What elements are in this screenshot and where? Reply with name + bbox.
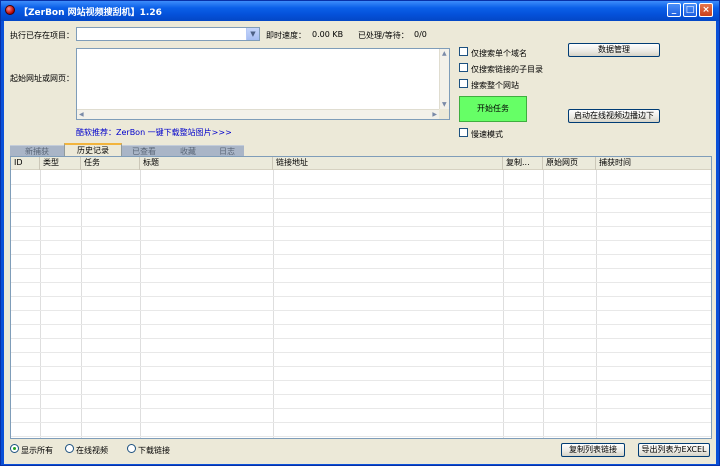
whole-site-checkbox[interactable] (459, 79, 468, 88)
row-divider (11, 338, 711, 339)
tab-viewed[interactable]: 已查看 (122, 145, 166, 156)
horizontal-scrollbar[interactable]: ◀ ▶ (77, 109, 439, 119)
column-divider (81, 170, 82, 438)
tab-new-captures[interactable]: 新捕获 (10, 145, 64, 156)
start-url-label: 起始网址或网页： (10, 74, 74, 83)
col-header-source-page[interactable]: 原始网页 (543, 157, 596, 170)
column-divider (543, 170, 544, 438)
column-divider (503, 170, 504, 438)
row-divider (11, 380, 711, 381)
row-divider (11, 184, 711, 185)
subdirs-only-checkbox[interactable] (459, 63, 468, 72)
scroll-right-icon[interactable]: ▶ (432, 111, 437, 118)
promo-link[interactable]: 酷软推荐：ZerBon 一键下载整站图片>>> (76, 127, 232, 138)
show-all-radio[interactable] (10, 444, 19, 453)
scroll-up-icon[interactable]: ▲ (442, 50, 447, 57)
download-links-label[interactable]: 下载链接 (138, 445, 170, 456)
row-divider (11, 226, 711, 227)
vertical-scrollbar[interactable]: ▲ ▼ (439, 49, 449, 109)
online-video-label[interactable]: 在线视频 (76, 445, 108, 456)
table-header: ID 类型 任务 标题 链接地址 复制... 原始网页 捕获时间 (11, 157, 711, 170)
copy-list-links-button[interactable]: 复制列表链接 (561, 443, 625, 457)
main-window: 【ZerBon 网站视频搜刮机】1.26 _ □ × 执行已存在项目： ▼ 即时… (0, 0, 720, 466)
title-bar[interactable]: 【ZerBon 网站视频搜刮机】1.26 _ □ × (1, 1, 719, 21)
speed-label: 即时速度： (266, 31, 306, 40)
row-divider (11, 408, 711, 409)
col-header-id[interactable]: ID (11, 157, 40, 170)
row-divider (11, 282, 711, 283)
scroll-left-icon[interactable]: ◀ (79, 111, 84, 118)
client-area: 执行已存在项目： ▼ 即时速度： 0.00 KB 已处理/等待： 0/0 起始网… (4, 21, 716, 464)
window-title: 【ZerBon 网站视频搜刮机】1.26 (19, 8, 162, 18)
single-domain-checkbox[interactable] (459, 47, 468, 56)
slow-mode-label[interactable]: 慢速模式 (471, 129, 503, 140)
chevron-down-icon[interactable]: ▼ (246, 28, 259, 40)
show-all-label[interactable]: 显示所有 (21, 445, 53, 456)
maximize-button[interactable]: □ (683, 3, 697, 17)
row-divider (11, 352, 711, 353)
speed-value: 0.00 KB (312, 30, 344, 39)
export-excel-button[interactable]: 导出列表为EXCEL (638, 443, 710, 457)
col-header-link[interactable]: 链接地址 (273, 157, 503, 170)
close-button[interactable]: × (699, 3, 713, 17)
scroll-corner (439, 109, 449, 119)
col-header-type[interactable]: 类型 (40, 157, 81, 170)
subdirs-only-label[interactable]: 仅搜索链接的子目录 (471, 64, 543, 75)
column-divider (273, 170, 274, 438)
progress-value: 0/0 (414, 30, 427, 39)
tab-history[interactable]: 历史记录 (64, 143, 122, 156)
col-header-copy[interactable]: 复制... (503, 157, 543, 170)
row-divider (11, 394, 711, 395)
single-domain-label[interactable]: 仅搜索单个域名 (471, 48, 527, 59)
start-url-textarea[interactable]: ▲ ▼ ◀ ▶ (76, 48, 450, 120)
download-links-radio[interactable] (127, 444, 136, 453)
minimize-button[interactable]: _ (667, 3, 681, 17)
online-video-radio[interactable] (65, 444, 74, 453)
tab-favorites[interactable]: 收藏 (166, 145, 210, 156)
launch-online-video-button[interactable]: 启动在线视频边播边下 (568, 109, 660, 123)
row-divider (11, 240, 711, 241)
whole-site-label[interactable]: 搜索整个网站 (471, 80, 519, 91)
row-divider (11, 310, 711, 311)
column-divider (596, 170, 597, 438)
project-label: 执行已存在项目： (10, 31, 74, 40)
col-header-title[interactable]: 标题 (140, 157, 273, 170)
tab-log[interactable]: 日志 (210, 145, 244, 156)
scroll-down-icon[interactable]: ▼ (442, 101, 447, 108)
app-icon[interactable] (5, 5, 15, 15)
slow-mode-checkbox[interactable] (459, 128, 468, 137)
row-divider (11, 296, 711, 297)
row-divider (11, 324, 711, 325)
column-divider (40, 170, 41, 438)
row-divider (11, 422, 711, 423)
col-header-task[interactable]: 任务 (81, 157, 140, 170)
row-divider (11, 366, 711, 367)
row-divider (11, 254, 711, 255)
project-combo[interactable]: ▼ (76, 27, 260, 41)
start-task-button[interactable]: 开始任务 (459, 96, 527, 122)
data-manage-button[interactable]: 数据管理 (568, 43, 660, 57)
results-table[interactable]: ID 类型 任务 标题 链接地址 复制... 原始网页 捕获时间 (10, 156, 712, 439)
row-divider (11, 268, 711, 269)
row-divider (11, 198, 711, 199)
progress-label: 已处理/等待： (358, 31, 409, 40)
row-divider (11, 436, 711, 437)
col-header-capture-time[interactable]: 捕获时间 (596, 157, 711, 170)
row-divider (11, 212, 711, 213)
column-divider (140, 170, 141, 438)
